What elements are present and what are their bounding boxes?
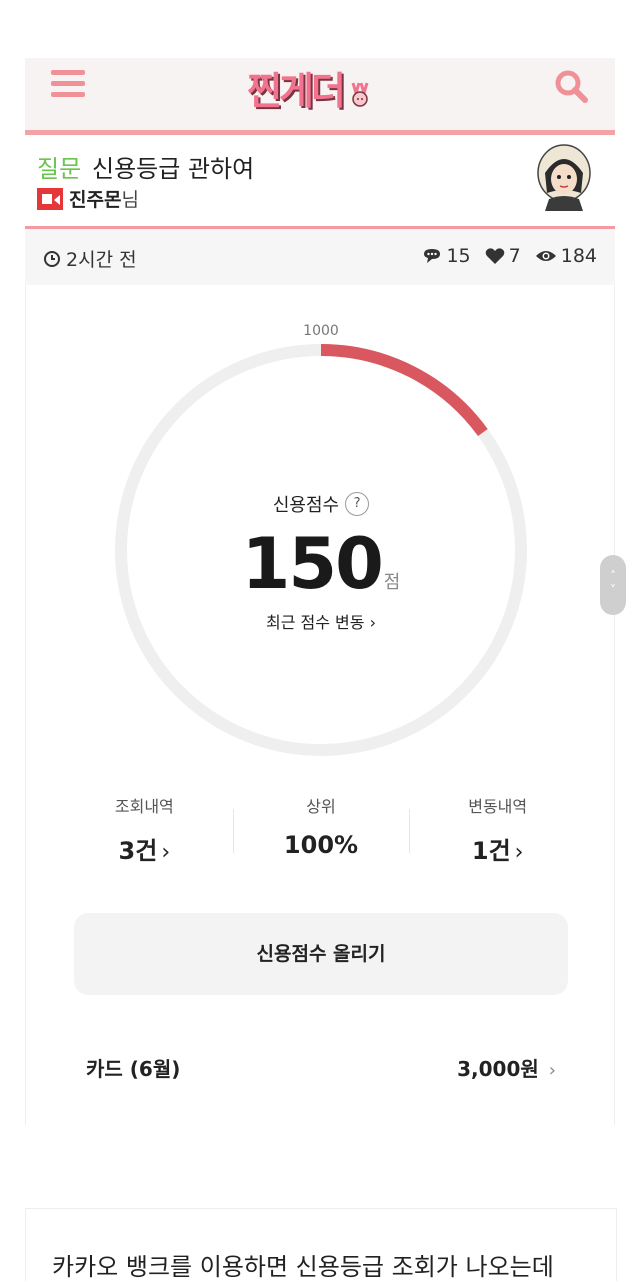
chevron-up-icon: ˄	[610, 569, 616, 583]
search-icon[interactable]	[553, 68, 589, 104]
chevron-down-icon: ˅	[610, 583, 616, 597]
post-title: 신용등급 관하여	[92, 155, 255, 183]
video-camera-icon	[37, 187, 63, 210]
author-name: 진주몬	[69, 189, 122, 211]
site-logo[interactable]: 찐게더	[247, 60, 373, 115]
post-title-bar: 질문 신용등급 관하여 진주몬 님	[25, 135, 615, 229]
post-body: 카카오 뱅크를 이용하면 신용등급 조회가 나오는데	[25, 1208, 617, 1281]
stat-value: 100%	[283, 831, 359, 859]
recent-change-link[interactable]: 최근 점수 변동 ›	[26, 609, 616, 633]
view-count: 184	[535, 245, 597, 267]
stat-changes[interactable]: 변동내역 1건 ›	[409, 793, 586, 866]
comment-icon	[424, 249, 441, 263]
stat-value: 3건	[118, 837, 158, 865]
clock-icon	[44, 250, 60, 267]
author-suffix: 님	[121, 189, 139, 211]
post-stats: 15 7 184	[414, 245, 597, 267]
credit-score: 150 점	[26, 523, 616, 605]
card-amount: 3,000원	[457, 1057, 539, 1081]
credit-score-title: 신용점수 ?	[26, 491, 616, 517]
view-count-text: 184	[560, 245, 597, 267]
credit-stats: 조회내역 3건 › 상위 100% 변동내역 1건 ›	[56, 793, 586, 866]
stat-inquiries[interactable]: 조회내역 3건 ›	[56, 793, 233, 866]
raise-score-button[interactable]: 신용점수 올리기	[74, 913, 568, 995]
credit-score-value: 150	[241, 523, 384, 605]
recent-change-label: 최근 점수 변동	[266, 613, 365, 632]
comment-count-text: 15	[446, 245, 471, 267]
post-meta: 2시간 전 15 7 184	[25, 229, 615, 285]
chevron-right-icon: ›	[161, 840, 171, 865]
stat-label: 조회내역	[114, 797, 174, 816]
hamburger-icon[interactable]	[51, 70, 85, 100]
scroll-handle[interactable]: ˄ ˅	[600, 555, 626, 615]
bunny-icon	[351, 82, 369, 107]
heart-icon	[485, 248, 504, 264]
stat-label: 변동내역	[468, 797, 528, 816]
card-spending-row[interactable]: 카드 (6월) 3,000원 ›	[86, 1053, 556, 1082]
chevron-right-icon: ›	[369, 613, 376, 632]
post-page: 찐게더 질문 신용등급 관하여 진주몬 님 2시간 전 15 7 184 100…	[25, 58, 626, 1125]
post-content: 1000 신용점수 ? 150 점 최근 점수 변동 › ˄ ˅ 조회내역 3건 ›…	[25, 285, 626, 1125]
chevron-right-icon: ›	[548, 1060, 556, 1081]
credit-score-unit: 점	[383, 572, 401, 593]
like-count: 7	[485, 245, 521, 267]
logo-text: 찐게더	[247, 69, 346, 113]
post-tag[interactable]: 질문	[37, 149, 81, 184]
post-time: 2시간 전	[43, 245, 137, 272]
site-header: 찐게더	[25, 58, 615, 135]
stat-label: 상위	[306, 797, 336, 816]
like-count-text: 7	[508, 245, 521, 267]
stat-value: 1건	[471, 837, 511, 865]
stat-rank: 상위 100%	[232, 793, 410, 866]
eye-icon	[535, 251, 556, 261]
time-text: 2시간 전	[66, 249, 137, 271]
chevron-right-icon: ›	[514, 840, 524, 865]
post-author[interactable]: 진주몬 님	[37, 185, 139, 212]
avatar[interactable]	[533, 143, 595, 211]
credit-score-label: 신용점수	[272, 495, 340, 516]
card-label: 카드 (6월)	[86, 1057, 181, 1081]
post-body-text: 카카오 뱅크를 이용하면 신용등급 조회가 나오는데	[52, 1253, 554, 1281]
comment-count: 15	[422, 245, 471, 267]
help-icon[interactable]: ?	[345, 492, 370, 516]
